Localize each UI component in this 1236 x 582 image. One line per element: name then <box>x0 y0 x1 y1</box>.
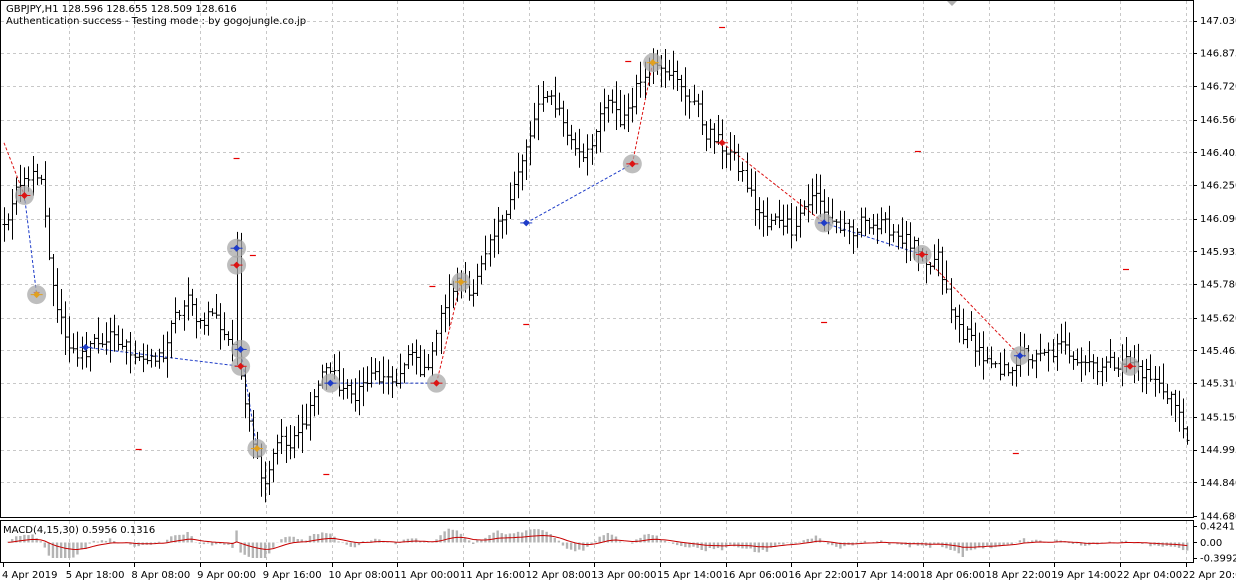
price-tick-label: 145.465 <box>1200 346 1236 357</box>
time-tick-label: 18 Apr 22:00 <box>986 570 1051 581</box>
trade-signal-sell <box>426 373 446 393</box>
status-text: Authentication success - Testing mode : … <box>6 16 306 27</box>
price-tick-label: 145.620 <box>1200 313 1236 324</box>
time-tick-label: 22 Apr 04:00 <box>1117 570 1182 581</box>
time-tick-label: 8 Apr 08:00 <box>131 570 190 581</box>
price-tick-label: 145.935 <box>1200 247 1236 258</box>
time-tick-label: 22 Apr 20:00 <box>1183 570 1236 581</box>
time-tick-label: 9 Apr 16:00 <box>263 570 322 581</box>
price-tick-label: 146.250 <box>1200 180 1236 191</box>
trade-signal-buy <box>320 373 340 393</box>
trade-signal-sell <box>14 186 34 206</box>
time-tick-label: 16 Apr 22:00 <box>788 570 853 581</box>
chart-canvas[interactable]: 147.030 146.875 146.720 146.560 146.405 146.2… <box>0 0 1236 582</box>
price-tick-label: 144.995 <box>1200 445 1236 456</box>
time-tick-label: 9 Apr 00:00 <box>197 570 256 581</box>
price-tick-label: 147.030 <box>1200 16 1236 27</box>
time-tick-label: 4 Apr 2019 <box>2 570 57 581</box>
macd-tick-label: 0.4241 <box>1200 522 1235 533</box>
trade-signal-exit <box>451 272 471 292</box>
time-tick-label: 11 Apr 00:00 <box>394 570 459 581</box>
macd-tick-label: 0.00 <box>1200 538 1222 549</box>
symbol-info: GBPJPY,H1 128.596 128.655 128.509 128.61… <box>6 4 237 15</box>
price-tick-label: 145.310 <box>1200 379 1236 390</box>
price-tick-label: 146.405 <box>1200 148 1236 159</box>
macd-tick-label: -0.3992 <box>1200 554 1236 565</box>
price-tick-label: 146.560 <box>1200 115 1236 126</box>
time-tick-label: 11 Apr 16:00 <box>460 570 525 581</box>
trade-signal-buy <box>231 339 251 359</box>
time-tick-label: 10 Apr 08:00 <box>329 570 394 581</box>
time-tick-label: 5 Apr 18:00 <box>66 570 125 581</box>
time-tick-label: 15 Apr 14:00 <box>657 570 722 581</box>
time-tick-label: 13 Apr 00:00 <box>591 570 656 581</box>
time-tick-label: 16 Apr 06:00 <box>723 570 788 581</box>
time-tick-label: 12 Apr 08:00 <box>526 570 591 581</box>
trade-signal-sell <box>227 255 247 275</box>
trade-signal-exit <box>643 53 663 73</box>
price-tick-label: 146.090 <box>1200 214 1236 225</box>
trade-signal-sell <box>1120 356 1140 376</box>
trade-signal-buy <box>814 213 834 233</box>
price-tick-label: 145.780 <box>1200 280 1236 291</box>
price-tick-label: 144.840 <box>1200 478 1236 489</box>
trade-signal-exit <box>247 439 267 459</box>
trade-signal-sell <box>231 356 251 376</box>
trade-signal-buy <box>1010 346 1030 366</box>
price-tick-label: 145.150 <box>1200 412 1236 423</box>
price-tick-label: 146.875 <box>1200 49 1236 60</box>
time-tick-label: 17 Apr 14:00 <box>854 570 919 581</box>
trade-signal-exit <box>27 285 47 305</box>
macd-label: MACD(4,15,30) 0.5956 0.1316 <box>3 525 155 536</box>
time-tick-label: 18 Apr 06:00 <box>920 570 985 581</box>
trade-signal-buy <box>227 238 247 258</box>
time-tick-label: 19 Apr 14:00 <box>1051 570 1116 581</box>
main-chart-background <box>0 0 1236 582</box>
trade-signal-sell <box>622 154 642 174</box>
price-tick-label: 146.720 <box>1200 81 1236 92</box>
trade-signal-sell <box>912 245 932 265</box>
